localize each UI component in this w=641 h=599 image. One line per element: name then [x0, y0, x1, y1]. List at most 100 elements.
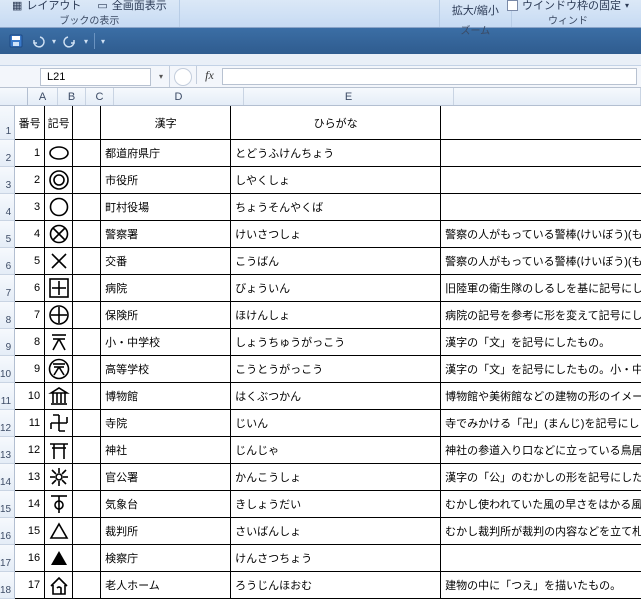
cell-kanji[interactable]: 官公署: [101, 464, 231, 491]
cell-desc[interactable]: 旧陸軍の衛生隊のしるしを基に記号にしま: [441, 275, 641, 302]
cell-sym[interactable]: [45, 356, 73, 383]
cell-num[interactable]: 2: [15, 167, 45, 194]
cell-hira[interactable]: こうばん: [231, 248, 441, 275]
cell-kanji[interactable]: 都道府県庁: [101, 140, 231, 167]
row-header[interactable]: 8: [0, 302, 15, 329]
cell-kanji[interactable]: 気象台: [101, 491, 231, 518]
cell-sym[interactable]: [45, 140, 73, 167]
cell-hira[interactable]: はくぶつかん: [231, 383, 441, 410]
row-header[interactable]: 2: [0, 140, 15, 167]
cell-desc[interactable]: 建物の中に「つえ」を描いたもの。: [441, 572, 641, 599]
cell-c[interactable]: [73, 275, 101, 302]
cell-kanji[interactable]: 神社: [101, 437, 231, 464]
cell-hira[interactable]: けんさつちょう: [231, 545, 441, 572]
cell-kanji[interactable]: 寺院: [101, 410, 231, 437]
cell-desc[interactable]: 警察の人がもっている警棒(けいぼう)(も: [441, 221, 641, 248]
cell-kanji[interactable]: 病院: [101, 275, 231, 302]
cell-sym[interactable]: [45, 491, 73, 518]
cell-desc[interactable]: [441, 167, 641, 194]
cell-kanji[interactable]: 市役所: [101, 167, 231, 194]
cell-c[interactable]: [73, 194, 101, 221]
cell-kanji[interactable]: 交番: [101, 248, 231, 275]
cell-hira[interactable]: とどうふけんちょう: [231, 140, 441, 167]
cell-hira[interactable]: しょうちゅうがっこう: [231, 329, 441, 356]
header-c[interactable]: [73, 106, 101, 140]
cell-kanji[interactable]: 警察署: [101, 221, 231, 248]
cell-c[interactable]: [73, 437, 101, 464]
cell-sym[interactable]: [45, 275, 73, 302]
cell-hira[interactable]: きしょうだい: [231, 491, 441, 518]
cell-hira[interactable]: けいさつしょ: [231, 221, 441, 248]
cell-num[interactable]: 5: [15, 248, 45, 275]
cell-sym[interactable]: [45, 383, 73, 410]
header-hira[interactable]: ひらがな: [231, 106, 441, 140]
row-header[interactable]: 14: [0, 464, 15, 491]
header-kanji[interactable]: 漢字: [101, 106, 231, 140]
name-box-dropdown[interactable]: ▾: [153, 72, 169, 81]
cell-c[interactable]: [73, 329, 101, 356]
cell-num[interactable]: 15: [15, 518, 45, 545]
row-header[interactable]: 9: [0, 329, 15, 356]
cell-desc[interactable]: 警察の人がもっている警棒(けいぼう)(も: [441, 248, 641, 275]
cell-sym[interactable]: [45, 329, 73, 356]
cell-kanji[interactable]: 高等学校: [101, 356, 231, 383]
col-header-e[interactable]: E: [244, 88, 454, 105]
cell-hira[interactable]: びょういん: [231, 275, 441, 302]
cell-num[interactable]: 3: [15, 194, 45, 221]
col-header-f[interactable]: [454, 88, 641, 105]
cell-sym[interactable]: [45, 545, 73, 572]
cell-num[interactable]: 17: [15, 572, 45, 599]
select-all-corner[interactable]: [0, 88, 28, 105]
cell-c[interactable]: [73, 140, 101, 167]
col-header-a[interactable]: A: [28, 88, 58, 105]
cell-num[interactable]: 16: [15, 545, 45, 572]
cell-desc[interactable]: むかし使われていた風の早さをはかる風: [441, 491, 641, 518]
row-header[interactable]: 12: [0, 410, 15, 437]
header-num[interactable]: 番号: [15, 106, 45, 140]
cell-kanji[interactable]: 裁判所: [101, 518, 231, 545]
undo-dropdown[interactable]: ▾: [50, 32, 58, 50]
cell-c[interactable]: [73, 302, 101, 329]
cell-desc[interactable]: [441, 194, 641, 221]
cell-sym[interactable]: [45, 167, 73, 194]
cell-num[interactable]: 13: [15, 464, 45, 491]
cell-sym[interactable]: [45, 410, 73, 437]
cell-sym[interactable]: [45, 194, 73, 221]
undo-button[interactable]: [28, 31, 48, 51]
cell-c[interactable]: [73, 383, 101, 410]
cell-num[interactable]: 12: [15, 437, 45, 464]
cell-hira[interactable]: こうとうがっこう: [231, 356, 441, 383]
row-header[interactable]: 1: [0, 106, 15, 140]
cell-hira[interactable]: しやくしょ: [231, 167, 441, 194]
cell-desc[interactable]: 博物館や美術館などの建物の形のイメー: [441, 383, 641, 410]
cell-kanji[interactable]: 検察庁: [101, 545, 231, 572]
row-header[interactable]: 5: [0, 221, 15, 248]
cell-desc[interactable]: 漢字の「文」を記号にしたもの。小・中学校: [441, 356, 641, 383]
cell-sym[interactable]: [45, 518, 73, 545]
header-desc[interactable]: [441, 106, 641, 140]
redo-button[interactable]: [60, 31, 80, 51]
cell-sym[interactable]: [45, 437, 73, 464]
cell-c[interactable]: [73, 518, 101, 545]
cell-num[interactable]: 7: [15, 302, 45, 329]
cell-kanji[interactable]: 町村役場: [101, 194, 231, 221]
cell-c[interactable]: [73, 167, 101, 194]
save-button[interactable]: [6, 31, 26, 51]
cell-c[interactable]: [73, 572, 101, 599]
col-header-d[interactable]: D: [114, 88, 244, 105]
row-header[interactable]: 17: [0, 545, 15, 572]
row-header[interactable]: 18: [0, 572, 15, 599]
row-header[interactable]: 6: [0, 248, 15, 275]
cell-hira[interactable]: ほけんしょ: [231, 302, 441, 329]
name-box[interactable]: L21: [40, 68, 151, 86]
row-header[interactable]: 15: [0, 491, 15, 518]
cell-sym[interactable]: [45, 221, 73, 248]
cell-num[interactable]: 6: [15, 275, 45, 302]
cell-desc[interactable]: 寺でみかける「卍」(まんじ)を記号にしま: [441, 410, 641, 437]
cell-desc[interactable]: 病院の記号を参考に形を変えて記号にしま: [441, 302, 641, 329]
row-header[interactable]: 13: [0, 437, 15, 464]
fx-cancel-button[interactable]: [174, 68, 192, 86]
cell-kanji[interactable]: 老人ホーム: [101, 572, 231, 599]
formula-input[interactable]: [222, 68, 637, 85]
col-header-b[interactable]: B: [58, 88, 86, 105]
